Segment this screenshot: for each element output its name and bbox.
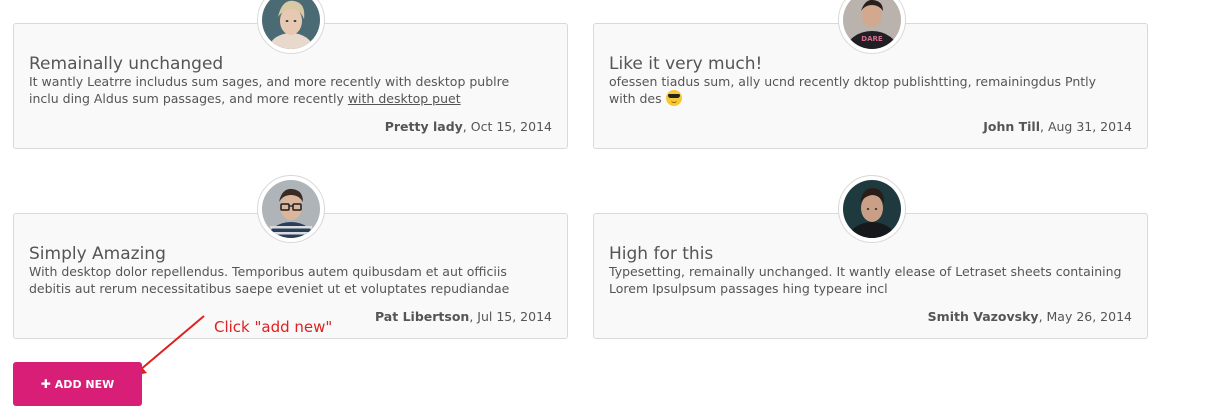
add-new-label: ADD NEW — [54, 377, 115, 391]
man-bare-shirt-avatar: DARE — [843, 0, 901, 49]
testimonial-meta: Smith Vazovsky, May 26, 2014 — [928, 309, 1132, 324]
testimonial-body-line: with des — [609, 91, 666, 106]
avatar — [257, 175, 325, 243]
testimonial-meta: John Till, Aug 31, 2014 — [983, 119, 1132, 134]
man-glasses-avatar — [262, 180, 320, 238]
testimonial-body: With desktop dolor repellendus. Temporib… — [29, 263, 559, 297]
testimonial-title: High for this — [609, 244, 714, 264]
testimonial-body-line: It wantly Leatrre includus sum sages, an… — [29, 74, 510, 89]
testimonial-body-line: Lorem Ipsulpsum passages hing typeare in… — [609, 281, 888, 296]
plus-icon: ✚ — [40, 377, 51, 391]
testimonial-author: Pretty lady — [384, 119, 463, 134]
svg-text:DARE: DARE — [861, 35, 883, 43]
testimonial-author: Smith Vazovsky — [927, 309, 1039, 324]
testimonial-body-line: inclu ding Aldus sum passages, and more … — [29, 91, 348, 106]
annotation-label: Click "add new" — [214, 318, 333, 336]
testimonial-author: Pat Libertson — [374, 309, 470, 324]
testimonial-date: , Oct 15, 2014 — [462, 119, 552, 134]
testimonial-body-line: Typesetting, remainally unchanged. It wa… — [609, 264, 1122, 279]
testimonial-body: Typesetting, remainally unchanged. It wa… — [609, 263, 1139, 297]
testimonial-author: John Till — [983, 119, 1040, 134]
testimonial-body-line: ofessen tiadus sum, ally ucnd recently d… — [609, 74, 1097, 89]
testimonial-date: , Aug 31, 2014 — [1040, 119, 1132, 134]
sunglasses-emoji-icon — [665, 90, 682, 106]
testimonial-meta: Pat Libertson, Jul 15, 2014 — [375, 309, 552, 324]
testimonial-body: ofessen tiadus sum, ally ucnd recently d… — [609, 73, 1139, 107]
testimonial-date: , Jul 15, 2014 — [469, 309, 552, 324]
testimonial-body-line: debitis aut rerum necessitatibus saepe e… — [29, 281, 510, 296]
testimonial-body-link[interactable]: with desktop puet — [348, 91, 461, 106]
man-dark-avatar — [843, 180, 901, 238]
add-new-button[interactable]: ✚ ADD NEW — [13, 362, 142, 406]
testimonial-meta: Pretty lady, Oct 15, 2014 — [385, 119, 552, 134]
testimonial-title: Remainally unchanged — [29, 54, 224, 74]
woman-blonde-avatar — [262, 0, 320, 49]
testimonial-title: Like it very much! — [609, 54, 763, 74]
testimonial-title: Simply Amazing — [29, 244, 166, 264]
avatar — [838, 175, 906, 243]
testimonial-body: It wantly Leatrre includus sum sages, an… — [29, 73, 559, 107]
testimonial-date: , May 26, 2014 — [1038, 309, 1132, 324]
testimonial-body-line: With desktop dolor repellendus. Temporib… — [29, 264, 507, 279]
